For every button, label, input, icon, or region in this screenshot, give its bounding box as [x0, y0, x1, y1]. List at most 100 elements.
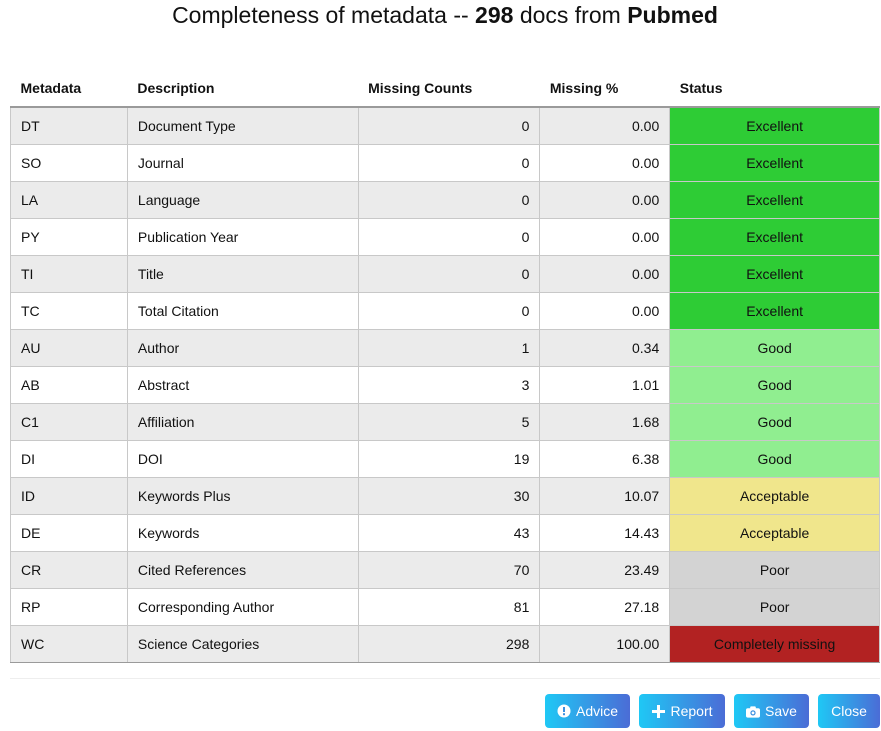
table-row[interactable]: RP Corresponding Author 81 27.18 Poor [10, 588, 880, 626]
cell-description: Abstract [127, 366, 359, 404]
cell-description: Title [127, 255, 359, 293]
cell-status: Acceptable [669, 514, 880, 552]
cell-metadata-tag: LA [10, 181, 128, 219]
table-row[interactable]: AB Abstract 3 1.01 Good [10, 366, 880, 404]
footer-divider [10, 678, 880, 679]
title-source: Pubmed [627, 2, 718, 28]
column-header-missing-counts[interactable]: Missing Counts [358, 70, 540, 108]
cell-missing-count: 19 [358, 440, 541, 478]
cell-missing-count: 5 [358, 403, 541, 441]
camera-icon [746, 704, 761, 718]
cell-metadata-tag: WC [10, 625, 128, 663]
cell-status: Excellent [669, 181, 880, 219]
close-label: Close [831, 703, 867, 719]
cell-missing-count: 70 [358, 551, 541, 589]
table-row[interactable]: SO Journal 0 0.00 Excellent [10, 144, 880, 182]
table-row[interactable]: DT Document Type 0 0.00 Excellent [10, 107, 880, 145]
cell-metadata-tag: SO [10, 144, 128, 182]
cell-missing-count: 0 [358, 181, 541, 219]
cell-missing-pct: 10.07 [539, 477, 671, 515]
cell-missing-count: 0 [358, 292, 541, 330]
cell-description: Language [127, 181, 359, 219]
cell-metadata-tag: AB [10, 366, 128, 404]
cell-metadata-tag: CR [10, 551, 128, 589]
cell-status: Acceptable [669, 477, 880, 515]
cell-description: Keywords [127, 514, 359, 552]
cell-missing-count: 298 [358, 625, 541, 663]
cell-missing-count: 0 [358, 107, 541, 145]
title-middle: docs from [519, 2, 621, 28]
report-label: Report [670, 703, 713, 719]
cell-metadata-tag: DE [10, 514, 128, 552]
cell-description: DOI [127, 440, 359, 478]
save-label: Save [765, 703, 797, 719]
cell-metadata-tag: TC [10, 292, 128, 330]
cell-description: Journal [127, 144, 359, 182]
table-row[interactable]: AU Author 1 0.34 Good [10, 329, 880, 367]
cell-missing-pct: 0.00 [539, 255, 671, 293]
page-title: Completeness of metadata -- 298 docs fro… [0, 0, 881, 30]
column-header-description[interactable]: Description [127, 70, 359, 108]
cell-status: Good [669, 366, 880, 404]
table-row[interactable]: C1 Affiliation 5 1.68 Good [10, 403, 880, 441]
cell-status: Good [669, 329, 880, 367]
cell-description: Affiliation [127, 403, 359, 441]
cell-missing-pct: 6.38 [539, 440, 671, 478]
table-row[interactable]: CR Cited References 70 23.49 Poor [10, 551, 880, 589]
cell-status: Poor [669, 588, 880, 626]
cell-missing-pct: 1.68 [539, 403, 671, 441]
cell-missing-count: 81 [358, 588, 541, 626]
cell-description: Cited References [127, 551, 359, 589]
cell-missing-pct: 23.49 [539, 551, 671, 589]
cell-metadata-tag: RP [10, 588, 128, 626]
cell-missing-count: 0 [358, 255, 541, 293]
cell-description: Science Categories [127, 625, 359, 663]
column-header-metadata[interactable]: Metadata [10, 70, 128, 108]
cell-metadata-tag: TI [10, 255, 128, 293]
cell-missing-pct: 0.00 [539, 144, 671, 182]
cell-status: Excellent [669, 218, 880, 256]
column-header-status[interactable]: Status [669, 70, 880, 108]
title-doc-count: 298 [475, 2, 514, 28]
cell-metadata-tag: ID [10, 477, 128, 515]
cell-status: Excellent [669, 292, 880, 330]
table-row[interactable]: PY Publication Year 0 0.00 Excellent [10, 218, 880, 256]
title-prefix: Completeness of metadata -- [172, 2, 469, 28]
advice-button[interactable]: Advice [545, 694, 630, 728]
cell-missing-count: 30 [358, 477, 541, 515]
table-header-row: Metadata Description Missing Counts Miss… [10, 70, 880, 108]
cell-metadata-tag: DI [10, 440, 128, 478]
table-row[interactable]: DE Keywords 43 14.43 Acceptable [10, 514, 880, 552]
table-row[interactable]: DI DOI 19 6.38 Good [10, 440, 880, 478]
cell-missing-count: 0 [358, 144, 541, 182]
cell-missing-pct: 14.43 [539, 514, 671, 552]
cell-metadata-tag: PY [10, 218, 128, 256]
cell-status: Good [669, 440, 880, 478]
cell-missing-count: 3 [358, 366, 541, 404]
cell-status: Excellent [669, 107, 880, 145]
cell-status: Excellent [669, 144, 880, 182]
cell-status: Completely missing [669, 625, 880, 663]
plus-icon [651, 704, 665, 718]
cell-missing-pct: 0.00 [539, 292, 671, 330]
cell-status: Excellent [669, 255, 880, 293]
save-button[interactable]: Save [734, 694, 809, 728]
table-row[interactable]: WC Science Categories 298 100.00 Completely … [10, 625, 880, 663]
cell-metadata-tag: C1 [10, 403, 128, 441]
table-row[interactable]: ID Keywords Plus 30 10.07 Acceptable [10, 477, 880, 515]
table-row[interactable]: TC Total Citation 0 0.00 Excellent [10, 292, 880, 330]
cell-missing-pct: 0.00 [539, 107, 671, 145]
report-button[interactable]: Report [639, 694, 725, 728]
table-row[interactable]: LA Language 0 0.00 Excellent [10, 181, 880, 219]
column-header-missing-pct[interactable]: Missing % [539, 70, 670, 108]
cell-description: Document Type [127, 107, 359, 145]
cell-missing-count: 43 [358, 514, 541, 552]
cell-status: Good [669, 403, 880, 441]
close-button[interactable]: Close [818, 694, 880, 728]
cell-description: Publication Year [127, 218, 359, 256]
metadata-table: Metadata Description Missing Counts Miss… [10, 70, 880, 663]
cell-metadata-tag: AU [10, 329, 128, 367]
table-row[interactable]: TI Title 0 0.00 Excellent [10, 255, 880, 293]
cell-missing-pct: 1.01 [539, 366, 671, 404]
cell-description: Keywords Plus [127, 477, 359, 515]
